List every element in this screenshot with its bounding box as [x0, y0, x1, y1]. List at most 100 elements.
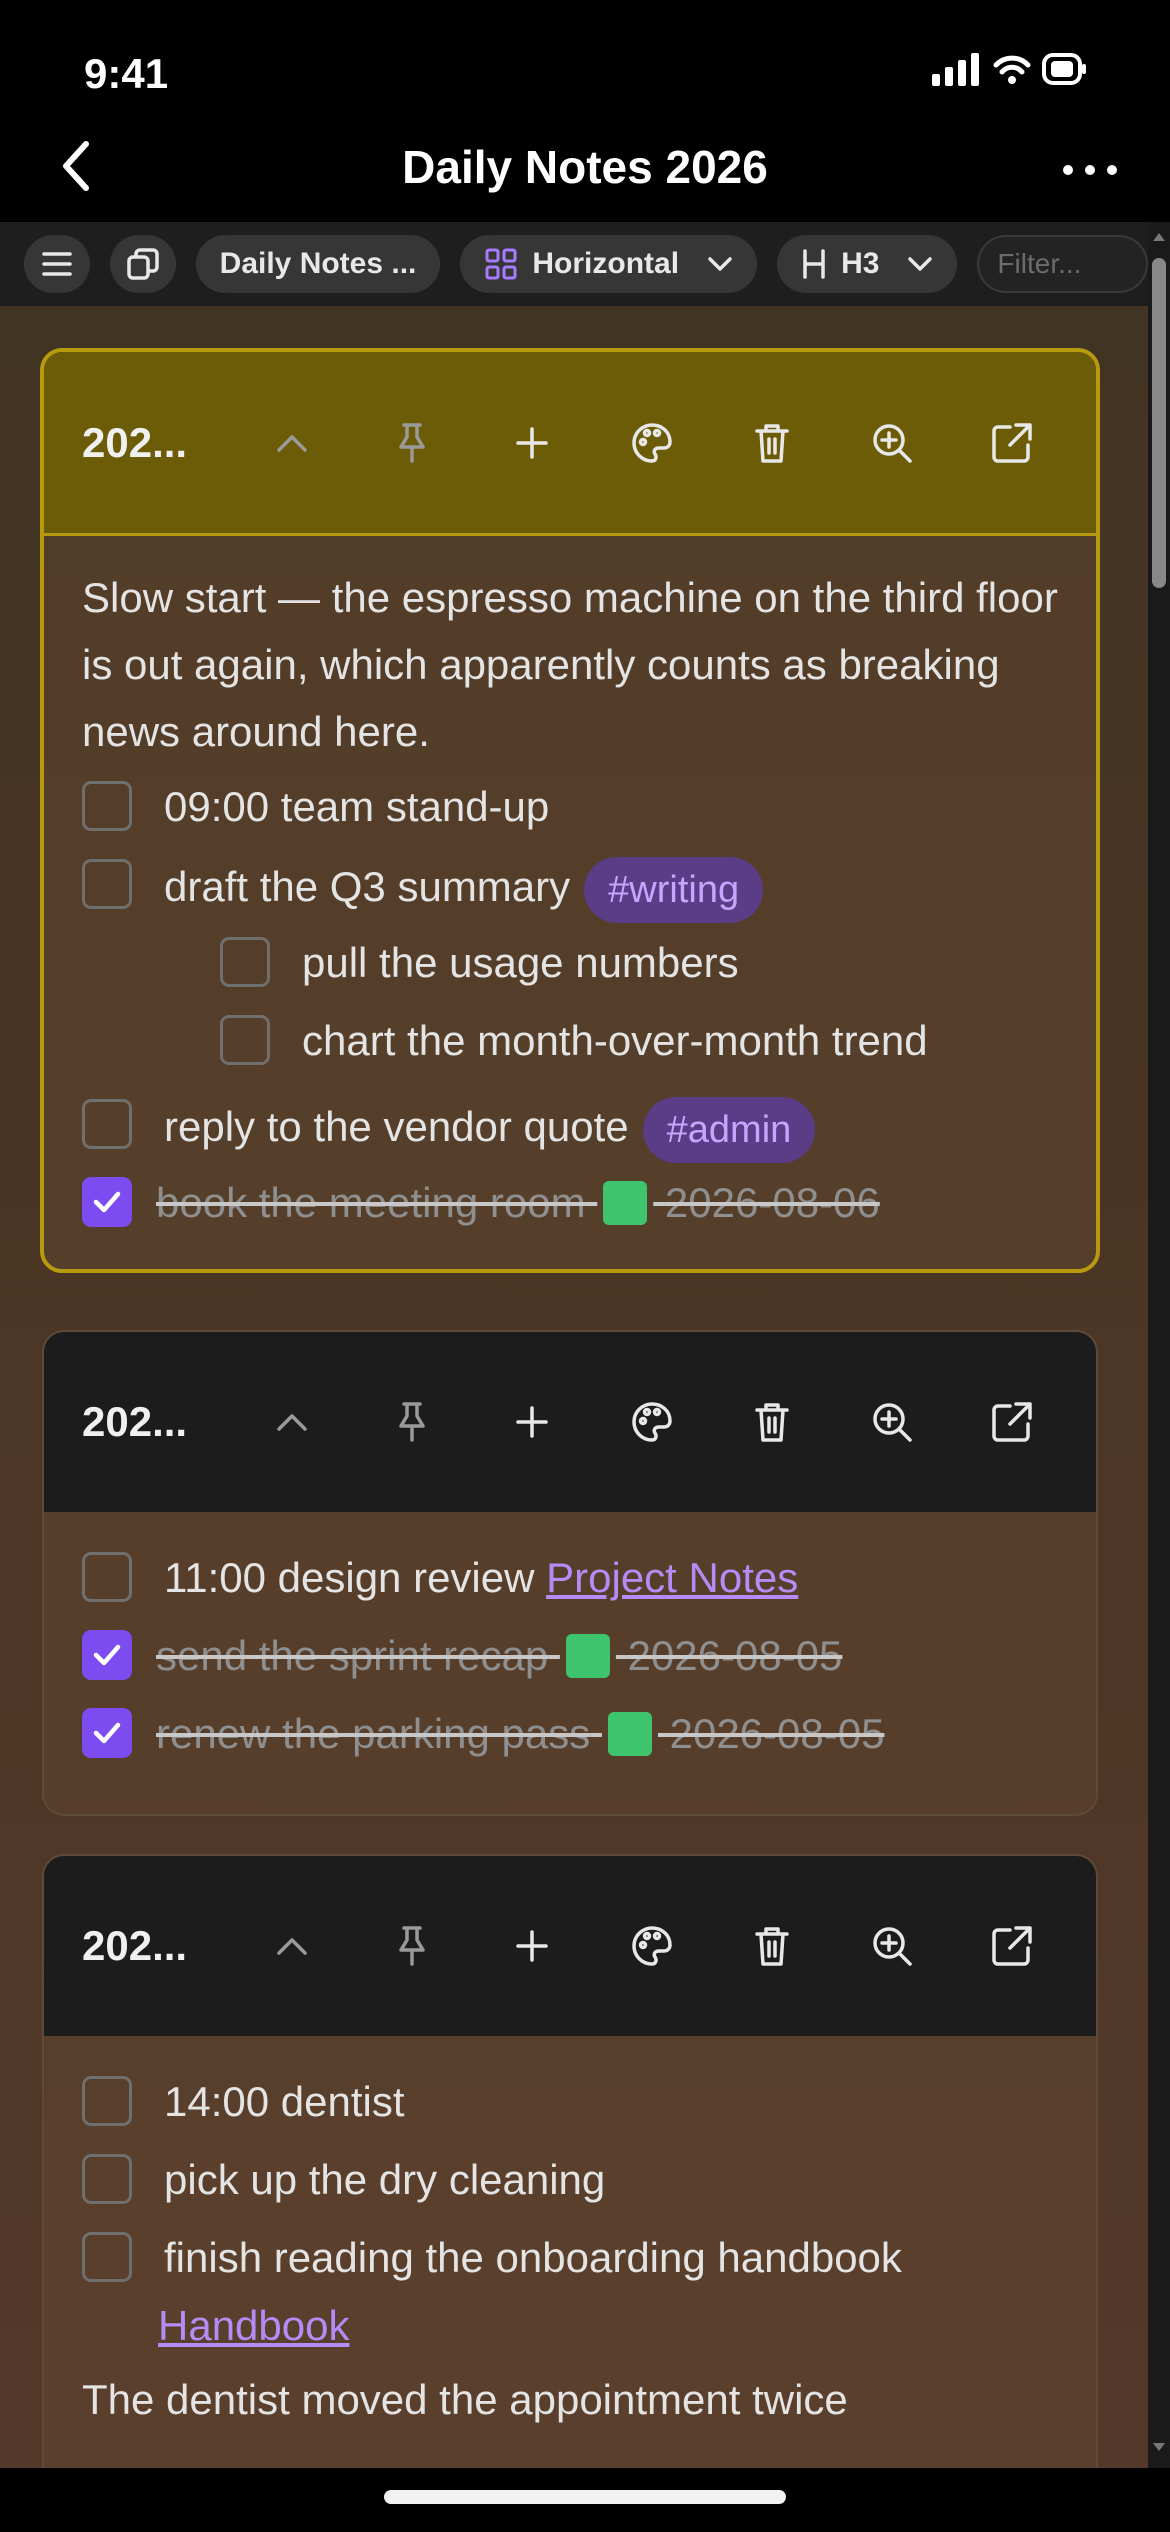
task-text: draft the Q3 summary: [164, 863, 571, 911]
task-text: 09:00 team stand-up: [164, 783, 550, 830]
chevron-down-icon: [708, 257, 732, 271]
task-checkbox[interactable]: [82, 781, 132, 831]
task-item: 14:00 dentist: [82, 2074, 1058, 2152]
checkmark-icon: [93, 1722, 121, 1744]
page-title: Daily Notes 2026: [402, 141, 768, 193]
note-card-header: 202...: [44, 352, 1096, 536]
zoom-button[interactable]: [832, 1382, 952, 1462]
subtask-item: chart the month-over-month trend: [220, 1013, 1058, 1091]
task-text: reply to the vendor quote: [164, 1103, 629, 1151]
scroll-down-arrow-icon[interactable]: [1152, 2440, 1166, 2454]
trash-icon: [755, 1927, 789, 1966]
battery-icon: [1042, 53, 1086, 85]
open-external-button[interactable]: [952, 403, 1072, 483]
task-checkbox[interactable]: [82, 1552, 132, 1602]
grid-icon: [485, 248, 517, 280]
note-card-body: 14:00 dentist pick up the dry cleaning f…: [44, 2036, 1096, 2467]
task-checkbox[interactable]: [82, 2154, 132, 2204]
open-external-button[interactable]: [952, 1382, 1072, 1462]
menu-button[interactable]: [24, 235, 90, 293]
pin-icon: [399, 422, 425, 463]
zoom-button[interactable]: [832, 1906, 952, 1986]
pin-button[interactable]: [352, 1382, 472, 1462]
note-card-header: 202...: [44, 1332, 1096, 1512]
zoom-in-icon: [873, 423, 912, 463]
task-item: 09:00 team stand-up: [82, 779, 1058, 857]
layout-select[interactable]: Horizontal: [460, 235, 758, 293]
color-button[interactable]: [592, 403, 712, 483]
pin-button[interactable]: [352, 403, 472, 483]
external-link-icon: [992, 1926, 1032, 1966]
chevron-up-icon: [277, 434, 307, 452]
hamburger-icon: [42, 252, 72, 276]
open-external-button[interactable]: [952, 1906, 1072, 1986]
task-checkbox-checked[interactable]: [82, 1630, 132, 1680]
status-time: 9:41: [84, 50, 169, 97]
color-button[interactable]: [592, 1382, 712, 1462]
task-text: 11:00 design review: [164, 1554, 535, 1601]
delete-button[interactable]: [712, 1906, 832, 1986]
task-checkbox[interactable]: [82, 859, 132, 909]
color-button[interactable]: [592, 1906, 712, 1986]
add-button[interactable]: [472, 1906, 592, 1986]
task-done-date: 2026-08-05: [627, 1632, 843, 1679]
zoom-in-icon: [873, 1403, 912, 1442]
task-item: reply to the vendor quote #admin: [82, 1097, 1058, 1175]
chevron-up-icon: [277, 1938, 307, 1955]
heading-select-label: H3: [841, 247, 880, 280]
home-indicator[interactable]: [384, 2490, 786, 2504]
task-checkbox[interactable]: [82, 1099, 132, 1149]
task-text: chart the month-over-month trend: [302, 1017, 928, 1064]
note-card: 202... Slow start — the espresso machine…: [40, 348, 1100, 1273]
external-link-icon: [992, 422, 1032, 463]
task-item: draft the Q3 summary #writing: [82, 857, 1058, 935]
delete-button[interactable]: [712, 1382, 832, 1462]
filter-input[interactable]: Filter...: [977, 235, 1148, 293]
plus-icon: [516, 1930, 548, 1962]
signal-icon: [932, 53, 979, 86]
scroll-up-arrow-icon[interactable]: [1152, 230, 1166, 244]
note-title[interactable]: 202...: [82, 419, 232, 467]
pin-button[interactable]: [352, 1906, 472, 1986]
tag-badge[interactable]: #writing: [584, 857, 764, 923]
folder-select[interactable]: Daily Notes ...: [195, 235, 441, 293]
note-title[interactable]: 202...: [82, 1922, 232, 1970]
task-checkbox[interactable]: [82, 2232, 132, 2282]
collapse-button[interactable]: [232, 403, 352, 483]
subtask-item: pull the usage numbers: [220, 935, 1058, 1013]
zoom-in-icon: [873, 1927, 912, 1966]
note-paragraph: Slow start — the espresso machine on the…: [82, 574, 1058, 755]
zoom-button[interactable]: [832, 403, 952, 483]
add-button[interactable]: [472, 1382, 592, 1462]
copy-button[interactable]: [109, 235, 176, 293]
heading-icon: [803, 249, 825, 279]
note-title[interactable]: 202...: [82, 1398, 232, 1446]
task-text: send the sprint recap: [156, 1632, 549, 1679]
task-checkbox[interactable]: [82, 2076, 132, 2126]
heading-select[interactable]: H3: [777, 235, 958, 293]
note-link[interactable]: Project Notes: [546, 1554, 798, 1601]
task-item-completed: send the sprint recap 2026-08-05: [82, 1628, 1058, 1706]
task-text: book the meeting room: [156, 1179, 586, 1226]
delete-button[interactable]: [712, 403, 832, 483]
task-checkbox-checked[interactable]: [82, 1177, 132, 1227]
trash-icon: [755, 1403, 789, 1442]
task-text: renew the parking pass: [156, 1710, 591, 1757]
note-link[interactable]: Handbook: [158, 2302, 349, 2349]
scrollbar-thumb[interactable]: [1152, 258, 1166, 588]
done-check-icon: [603, 1180, 648, 1225]
collapse-button[interactable]: [232, 1906, 352, 1986]
copy-icon: [126, 248, 159, 280]
task-checkbox[interactable]: [220, 1015, 270, 1065]
done-check-icon: [607, 1711, 652, 1756]
add-button[interactable]: [472, 403, 592, 483]
task-text: pull the usage numbers: [302, 939, 739, 986]
more-options-icon[interactable]: [1058, 140, 1122, 200]
tag-badge[interactable]: #admin: [642, 1097, 816, 1163]
checkmark-icon: [93, 1644, 121, 1666]
status-icons: [930, 52, 1088, 86]
collapse-button[interactable]: [232, 1382, 352, 1462]
task-done-date: 2026-08-05: [669, 1710, 885, 1757]
task-checkbox[interactable]: [220, 937, 270, 987]
task-checkbox-checked[interactable]: [82, 1708, 132, 1758]
